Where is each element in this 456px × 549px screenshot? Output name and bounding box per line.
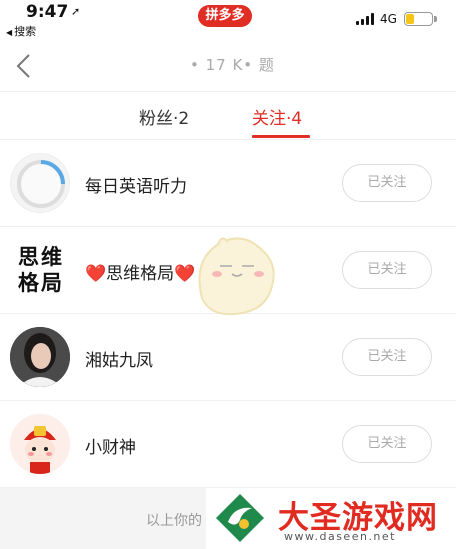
tab-fans[interactable]: 粉丝·2 [139, 104, 189, 129]
avatar-text-line: 思维 [18, 244, 64, 269]
list-item[interactable]: 每日英语听力 已关注 [0, 140, 456, 227]
active-tab-indicator [252, 135, 310, 138]
back-chevron-icon[interactable] [12, 52, 36, 80]
status-bar: 9:47 ➚ ◀ 搜索 拼多多 4G [0, 0, 456, 40]
followed-button[interactable]: 已关注 [342, 251, 432, 289]
account-name: 小财神 [85, 438, 136, 458]
location-arrow-icon: ➚ [71, 5, 81, 18]
brand-badge: 拼多多 [198, 5, 252, 27]
list-item[interactable]: 湘姑九凤 已关注 [0, 314, 456, 401]
signal-icon [356, 13, 374, 25]
account-name: ❤️思维格局❤️ [85, 264, 196, 284]
mascot-sticker [182, 228, 282, 320]
back-app-label: 搜索 [14, 25, 37, 38]
page-title: • 17 K• 题 [190, 56, 275, 74]
status-time: 9:47 [26, 2, 69, 22]
watermark-url: www.daseen.net [284, 530, 396, 543]
followed-button[interactable]: 已关注 [342, 164, 432, 202]
battery-fill [406, 14, 415, 24]
network-type: 4G [380, 12, 397, 26]
watermark-logo-icon [214, 492, 266, 544]
site-watermark: 大圣游戏网 www.daseen.net [206, 488, 456, 549]
account-name: 每日英语听力 [85, 177, 187, 197]
nav-bar: • 17 K• 题 [0, 40, 456, 92]
battery-icon [404, 12, 437, 26]
fortune-god-avatar [10, 414, 70, 474]
tab-bar: 粉丝·2 关注·4 [0, 92, 456, 140]
account-name: 湘姑九凤 [85, 351, 153, 371]
back-to-app-link[interactable]: ◀ 搜索 [6, 23, 36, 39]
list-item[interactable]: 小财神 已关注 [0, 401, 456, 488]
tab-following[interactable]: 关注·4 [252, 104, 302, 129]
followed-button[interactable]: 已关注 [342, 338, 432, 376]
followed-button[interactable]: 已关注 [342, 425, 432, 463]
back-triangle-icon: ◀ [6, 28, 13, 37]
person-photo-avatar [10, 327, 70, 387]
avatar-text-line: 格局 [18, 270, 64, 295]
calligraphy-avatar: 思维 格局 [10, 240, 72, 300]
audio-progress-avatar [10, 153, 70, 213]
footer-text: 以上你的 [146, 513, 202, 529]
